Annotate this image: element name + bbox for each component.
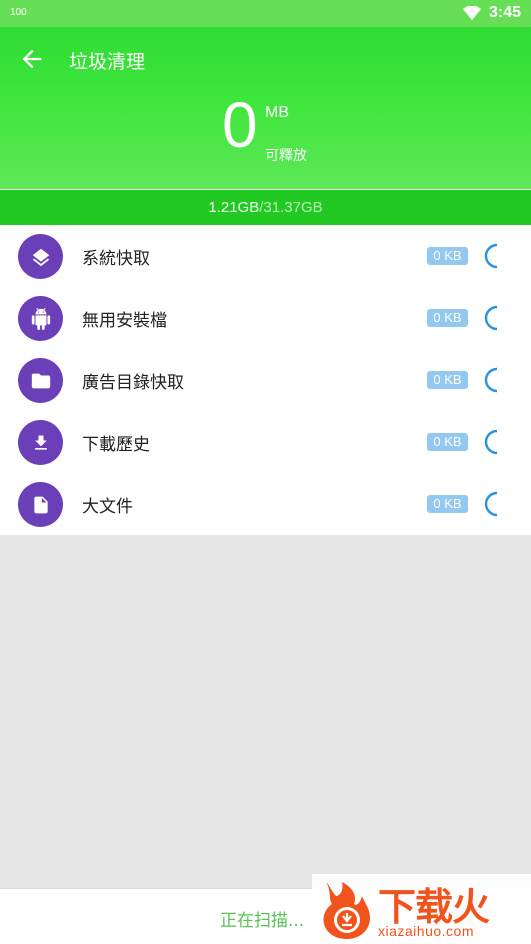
list-item-download-history[interactable]: 下載歷史 0 KB: [0, 411, 531, 473]
list-item-unused-apk[interactable]: 無用安裝檔 0 KB: [0, 287, 531, 349]
list-item-large-files[interactable]: 大文件 0 KB: [0, 473, 531, 535]
page-title: 垃圾清理: [69, 51, 146, 73]
loading-spinner-icon: [484, 367, 498, 393]
scan-status: 正在扫描...: [220, 911, 305, 931]
list-item-label: 系統快取: [82, 249, 150, 269]
back-arrow-icon[interactable]: [18, 45, 46, 73]
freed-value: 0: [222, 89, 258, 161]
android-icon: [18, 296, 63, 341]
list-item-system-cache[interactable]: 系統快取 0 KB: [0, 225, 531, 287]
list-item-ad-cache[interactable]: 廣告目錄快取 0 KB: [0, 349, 531, 411]
storage-usage: 1.21GB/31.37GB: [0, 190, 531, 225]
loading-spinner-icon: [484, 429, 498, 455]
size-badge: 0 KB: [427, 247, 468, 265]
size-badge: 0 KB: [427, 371, 468, 389]
watermark: 下载火 xiazaihuo.com: [312, 874, 531, 944]
freed-unit: MB: [265, 104, 289, 121]
list-item-label: 廣告目錄快取: [82, 373, 184, 393]
list-item-label: 無用安裝檔: [82, 311, 167, 331]
size-badge: 0 KB: [427, 309, 468, 327]
freed-label: 可釋放: [265, 148, 307, 164]
list-item-label: 下載歷史: [82, 435, 150, 455]
storage-total: 31.37GB: [263, 199, 323, 216]
size-badge: 0 KB: [427, 495, 468, 513]
status-bar: 100 3:45: [0, 0, 531, 27]
status-time: 3:45: [488, 4, 521, 21]
junk-category-list: 系統快取 0 KB 無用安裝檔 0 KB 廣告目錄快取 0 KB 下載歷史 0 …: [0, 225, 531, 535]
layers-icon: [18, 234, 63, 279]
loading-spinner-icon: [484, 305, 498, 331]
size-badge: 0 KB: [427, 433, 468, 451]
status-indicator: 100: [10, 7, 27, 18]
storage-used: 1.21GB: [208, 199, 260, 216]
file-icon: [18, 482, 63, 527]
wifi-icon: [462, 6, 481, 20]
download-icon: [18, 420, 63, 465]
watermark-url: xiazaihuo.com: [378, 923, 474, 939]
loading-spinner-icon: [484, 491, 498, 517]
list-item-label: 大文件: [82, 497, 133, 517]
folder-icon: [18, 358, 63, 403]
status-right: 3:45: [462, 4, 521, 22]
header: 垃圾清理 0 MB 可釋放: [0, 27, 531, 189]
loading-spinner-icon: [484, 243, 498, 269]
flame-logo-icon: [323, 882, 370, 939]
